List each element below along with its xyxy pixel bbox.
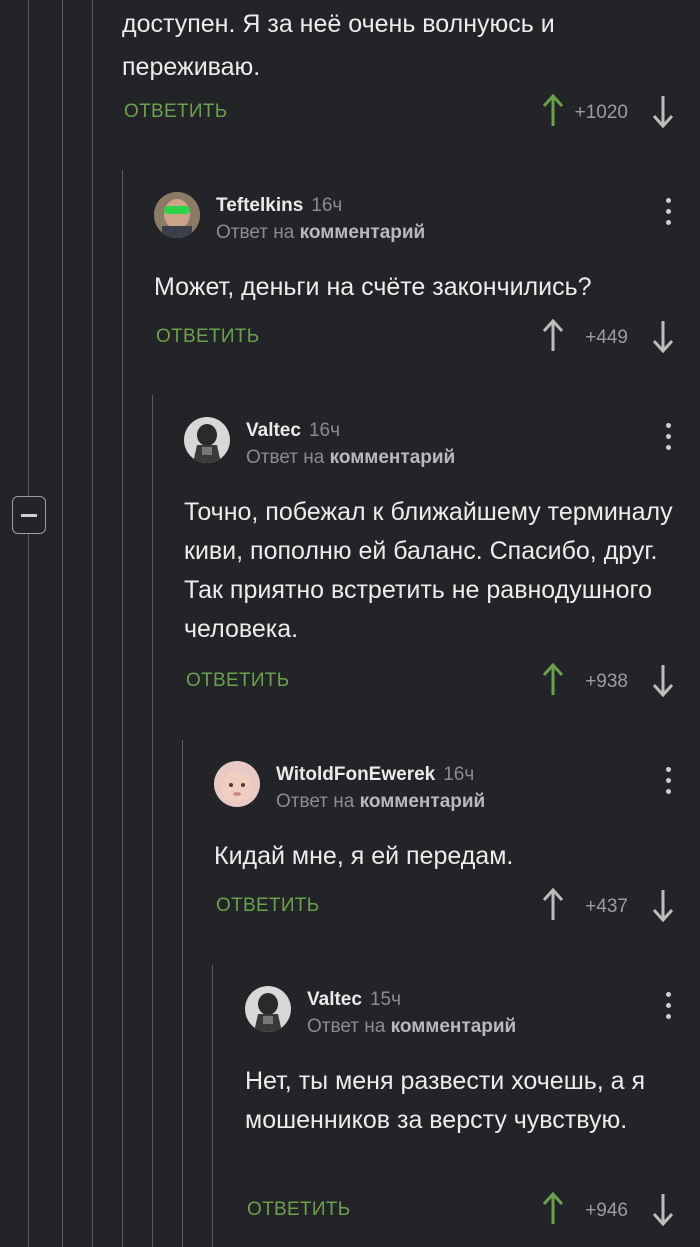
reply-button[interactable]: ОТВЕТИТЬ <box>247 1199 350 1221</box>
comment-header: Valtec 16ч Ответ на комментарий <box>184 417 700 477</box>
reply-to-info: Ответ на комментарий <box>276 791 486 812</box>
comment-actions: ОТВЕТИТЬ +946 <box>245 1190 700 1230</box>
thread-line <box>122 170 123 1247</box>
arrow-up-icon[interactable] <box>542 1192 564 1226</box>
comment-actions: ОТВЕТИТЬ +449 <box>154 317 700 357</box>
more-options-icon[interactable] <box>666 767 672 800</box>
more-options-icon[interactable] <box>666 198 672 231</box>
reply-button[interactable]: ОТВЕТИТЬ <box>186 670 289 692</box>
reply-to-info: Ответ на комментарий <box>246 447 456 468</box>
comment-text: Кидай мне, я ей передам. <box>214 842 514 870</box>
comment-header: Teftelkins 16ч Ответ на комментарий <box>154 192 700 252</box>
thread-line <box>212 965 213 1247</box>
comment-text: Нет, ты меня развести хочешь, а я мошенн… <box>245 1067 646 1134</box>
comment-header: WitoldFonEwerek 16ч Ответ на комментарий <box>214 761 700 821</box>
thread-line <box>152 395 153 1247</box>
author-name[interactable]: Valtec 16ч <box>246 420 340 442</box>
comment-top: доступен. Я за неё очень волнуюсь и пере… <box>122 0 700 140</box>
comment: Valtec 15ч Ответ на комментарий Нет, ты м… <box>245 986 700 1236</box>
more-options-icon[interactable] <box>666 423 672 456</box>
arrow-up-icon[interactable] <box>542 319 564 353</box>
arrow-up-icon[interactable] <box>542 888 564 922</box>
vote-score: +1020 <box>574 102 628 123</box>
thread-line <box>62 0 63 1247</box>
arrow-up-icon[interactable] <box>542 663 564 697</box>
comment: Teftelkins 16ч Ответ на комментарий Может… <box>154 192 700 362</box>
comment-header: Valtec 15ч Ответ на комментарий <box>245 986 700 1046</box>
reply-button[interactable]: ОТВЕТИТЬ <box>156 326 259 348</box>
comment-time: 15ч <box>369 989 401 1010</box>
arrow-down-icon[interactable] <box>652 1192 674 1226</box>
more-options-icon[interactable] <box>666 992 672 1025</box>
arrow-down-icon[interactable] <box>652 663 674 697</box>
reply-to-link[interactable]: комментарий <box>360 791 486 812</box>
arrow-up-icon[interactable] <box>542 94 564 128</box>
comment: Valtec 16ч Ответ на комментарий Точно, по… <box>184 417 700 707</box>
author-name[interactable]: Teftelkins 16ч <box>216 195 342 217</box>
comment-time: 16ч <box>443 764 475 785</box>
comment-text: Может, деньги на счёте закончились? <box>154 273 592 301</box>
comment-actions: ОТВЕТИТЬ +938 <box>184 661 700 701</box>
thread-line <box>182 740 183 1247</box>
avatar-image <box>214 761 260 807</box>
reply-to-link[interactable]: комментарий <box>300 222 426 243</box>
reply-button[interactable]: ОТВЕТИТЬ <box>124 101 227 123</box>
avatar-image <box>184 417 230 463</box>
thread-line <box>28 0 29 1247</box>
reply-to-info: Ответ на комментарий <box>216 222 426 243</box>
arrow-down-icon[interactable] <box>652 888 674 922</box>
reply-to-link[interactable]: комментарий <box>330 447 456 468</box>
avatar-image <box>154 192 200 238</box>
comment-text: Точно, побежал к ближайшему терминалу ки… <box>184 498 673 643</box>
thread-line <box>92 0 93 1247</box>
comment: WitoldFonEwerek 16ч Ответ на комментарий … <box>214 761 700 931</box>
comment-actions: ОТВЕТИТЬ +1020 <box>122 92 700 132</box>
vote-score: +946 <box>585 1200 628 1221</box>
comment-time: 16ч <box>308 420 340 441</box>
reply-to-info: Ответ на комментарий <box>307 1016 517 1037</box>
avatar-image <box>245 986 291 1032</box>
vote-score: +449 <box>585 327 628 348</box>
comment-actions: ОТВЕТИТЬ +437 <box>214 886 700 926</box>
author-name[interactable]: WitoldFonEwerek 16ч <box>276 764 474 786</box>
arrow-down-icon[interactable] <box>652 94 674 128</box>
vote-score: +437 <box>585 896 628 917</box>
reply-to-link[interactable]: комментарий <box>391 1016 517 1037</box>
avatar[interactable] <box>184 417 230 463</box>
vote-score: +938 <box>585 671 628 692</box>
avatar[interactable] <box>214 761 260 807</box>
reply-button[interactable]: ОТВЕТИТЬ <box>216 895 319 917</box>
author-name[interactable]: Valtec 15ч <box>307 989 401 1011</box>
comment-text: доступен. Я за неё очень волнуюсь и пере… <box>122 10 555 81</box>
avatar[interactable] <box>245 986 291 1032</box>
comment-time: 16ч <box>311 195 343 216</box>
avatar[interactable] <box>154 192 200 238</box>
collapse-thread-button[interactable] <box>12 496 46 534</box>
arrow-down-icon[interactable] <box>652 319 674 353</box>
